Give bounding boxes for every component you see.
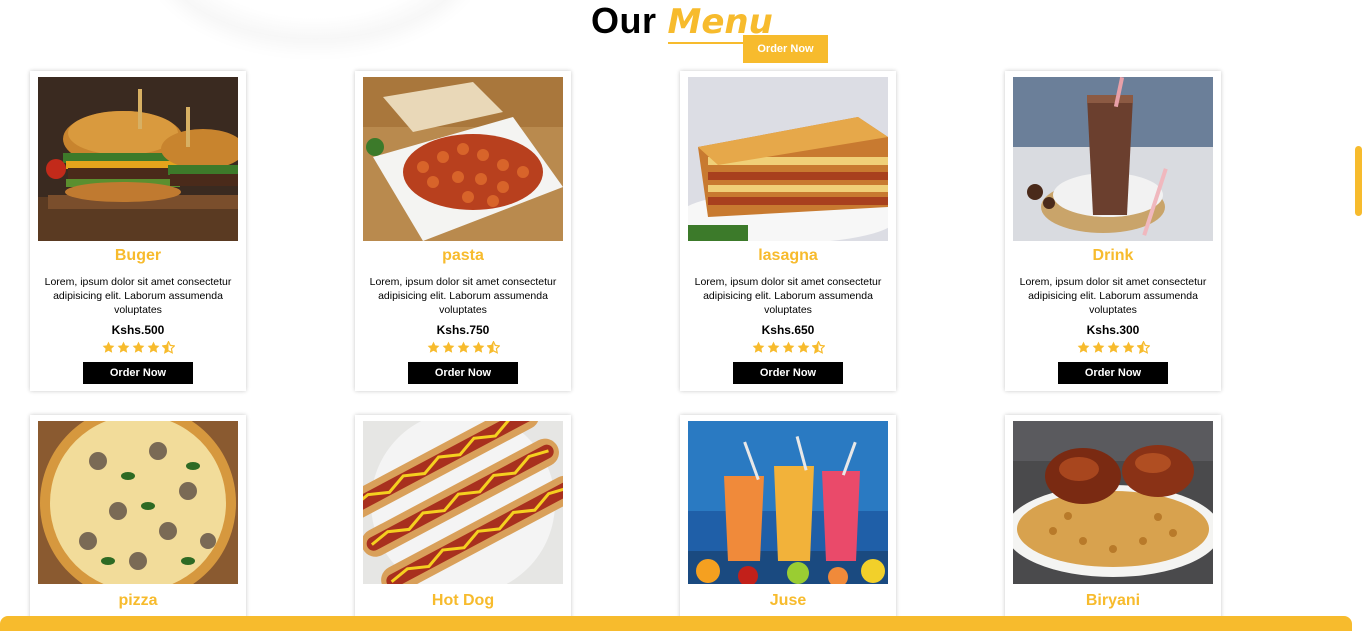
menu-item-description: Lorem, ipsum dolor sit amet consectetur …	[369, 276, 557, 316]
star-full-icon	[457, 341, 470, 354]
menu-item-description: Lorem, ipsum dolor sit amet consectetur …	[44, 276, 232, 316]
menu-item-name: Juse	[769, 592, 807, 609]
menu-card-buger: Buger Lorem, ipsum dolor sit amet consec…	[30, 71, 246, 391]
juice-photo	[688, 421, 888, 584]
vertical-scrollbar-thumb[interactable]	[1355, 146, 1362, 216]
star-full-icon	[1107, 341, 1120, 354]
star-full-icon	[797, 341, 810, 354]
star-full-icon	[1122, 341, 1135, 354]
menu-item-name: Buger	[114, 247, 162, 264]
pizza-photo	[38, 421, 238, 584]
menu-card-lasagna: lasagna Lorem, ipsum dolor sit amet cons…	[680, 71, 896, 391]
menu-item-price: Kshs.500	[111, 323, 165, 337]
menu-card-biryani: Biryani	[1005, 415, 1221, 631]
lasagna-photo	[688, 77, 888, 241]
rating-stars	[1005, 340, 1221, 354]
heading-main-text: Our	[591, 0, 657, 41]
pasta-photo	[363, 77, 563, 241]
star-full-icon	[1077, 341, 1090, 354]
order-now-button[interactable]: Order Now	[733, 362, 843, 384]
menu-item-name: Drink	[1092, 247, 1134, 264]
star-full-icon	[132, 341, 145, 354]
star-half-icon	[1135, 340, 1151, 354]
menu-item-name: lasagna	[758, 247, 818, 264]
menu-item-name: pizza	[118, 592, 158, 609]
star-half-icon	[485, 340, 501, 354]
menu-item-name: pasta	[442, 247, 484, 264]
rating-stars	[30, 340, 246, 354]
order-now-button[interactable]: Order Now	[83, 362, 193, 384]
star-half-icon	[160, 340, 176, 354]
header-order-now-button[interactable]: Order Now	[743, 35, 828, 63]
star-full-icon	[1092, 341, 1105, 354]
menu-card-pasta: pasta Lorem, ipsum dolor sit amet consec…	[355, 71, 571, 391]
star-full-icon	[117, 341, 130, 354]
star-full-icon	[147, 341, 160, 354]
star-full-icon	[102, 341, 115, 354]
menu-item-description: Lorem, ipsum dolor sit amet consectetur …	[694, 276, 882, 316]
star-half-icon	[810, 340, 826, 354]
star-full-icon	[442, 341, 455, 354]
menu-card-pizza: pizza	[30, 415, 246, 631]
star-full-icon	[427, 341, 440, 354]
rating-stars	[680, 340, 896, 354]
menu-item-price: Kshs.300	[1086, 323, 1140, 337]
biryani-photo	[1013, 421, 1213, 584]
star-full-icon	[767, 341, 780, 354]
menu-item-price: Kshs.750	[436, 323, 490, 337]
rating-stars	[355, 340, 571, 354]
menu-item-price: Kshs.650	[761, 323, 815, 337]
menu-card-drink: Drink Lorem, ipsum dolor sit amet consec…	[1005, 71, 1221, 391]
menu-item-name: Biryani	[1085, 592, 1141, 609]
drink-photo	[1013, 77, 1213, 241]
menu-card-juse: Juse	[680, 415, 896, 631]
menu-page: Our Menu Order Now Buger Lorem, ipsum do…	[0, 0, 1362, 631]
star-full-icon	[472, 341, 485, 354]
burger-photo	[38, 77, 238, 241]
menu-item-description: Lorem, ipsum dolor sit amet consectetur …	[1019, 276, 1207, 316]
background-arc-decoration	[150, 0, 480, 40]
horizontal-scrollbar[interactable]	[0, 616, 1352, 631]
menu-item-name: Hot Dog	[431, 592, 495, 609]
order-now-button[interactable]: Order Now	[1058, 362, 1168, 384]
star-full-icon	[752, 341, 765, 354]
section-heading: Our Menu	[591, 0, 773, 44]
vertical-scrollbar[interactable]	[1352, 0, 1362, 631]
hotdog-photo	[363, 421, 563, 584]
star-full-icon	[782, 341, 795, 354]
menu-card-hot-dog: Hot Dog	[355, 415, 571, 631]
order-now-button[interactable]: Order Now	[408, 362, 518, 384]
